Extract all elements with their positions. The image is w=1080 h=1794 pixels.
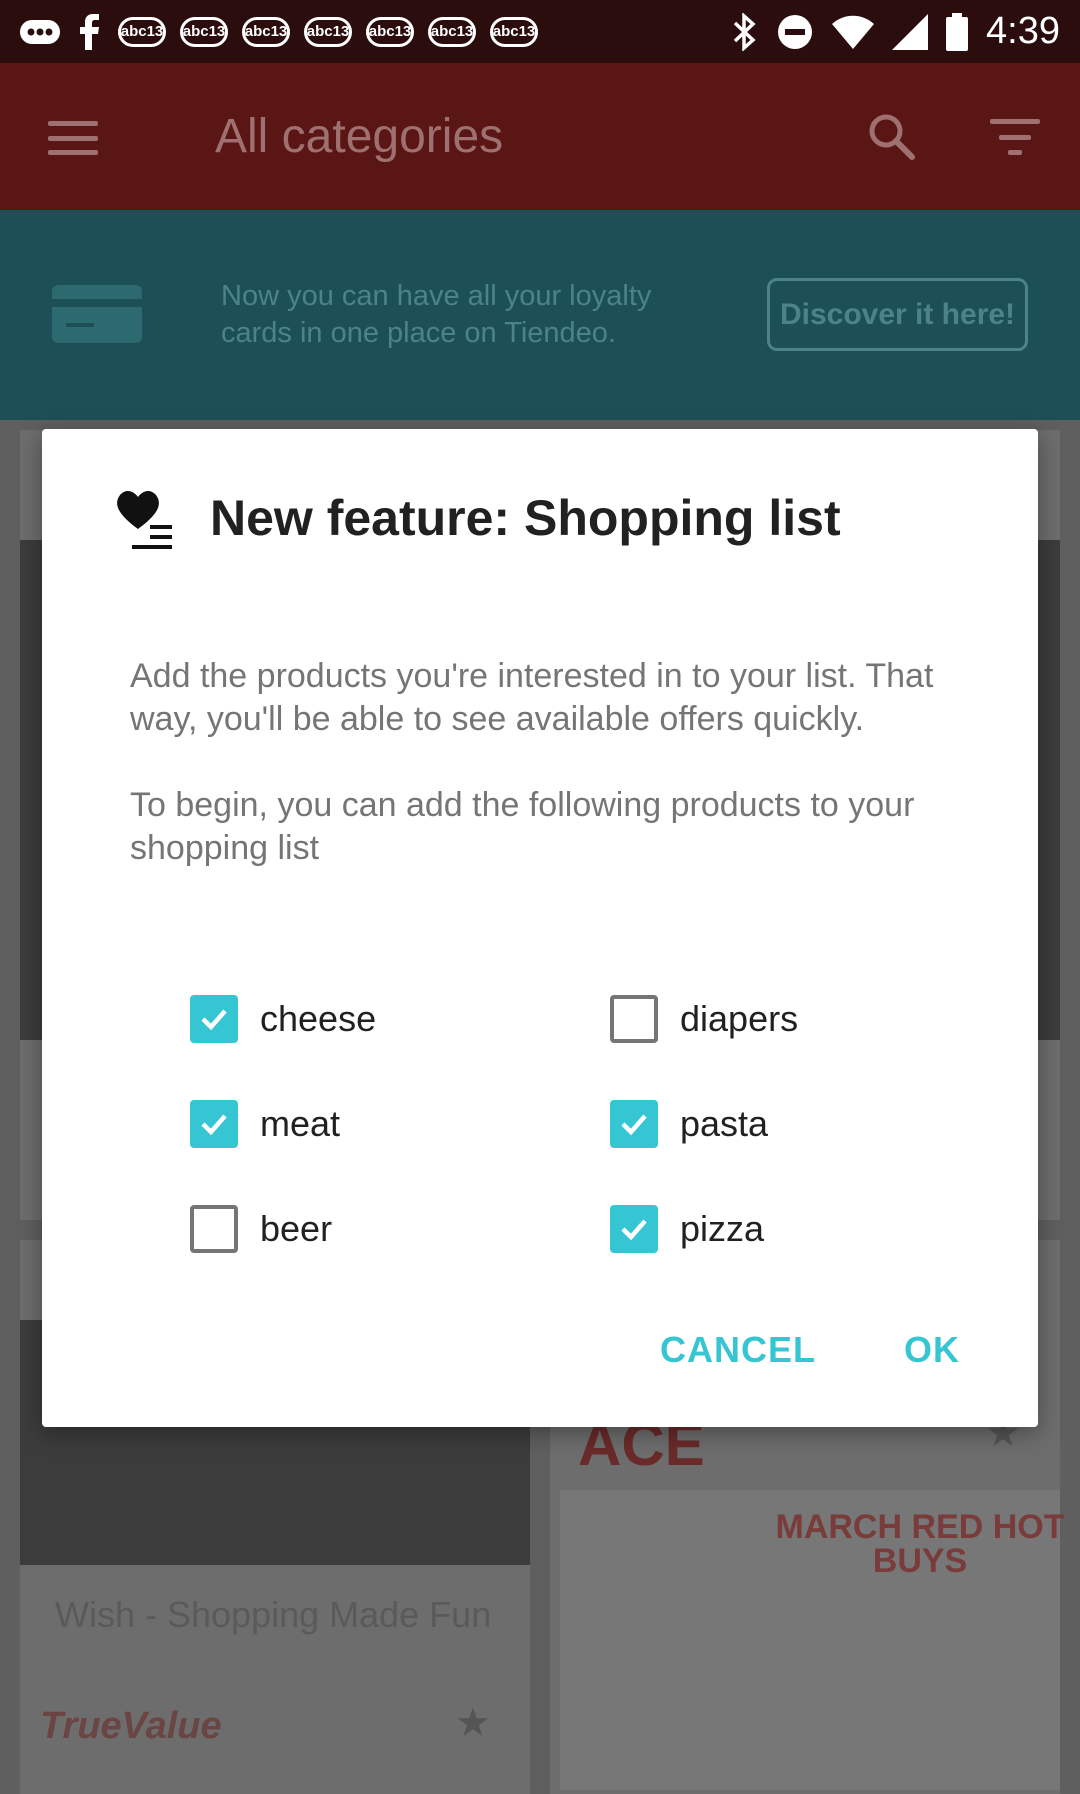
discover-button[interactable]: Discover it here! (767, 278, 1028, 351)
option-beer[interactable]: beer (190, 1199, 332, 1259)
abc13-icon: abc13 (428, 16, 476, 47)
checkbox-checked-icon[interactable] (610, 1100, 658, 1148)
checkbox-checked-icon[interactable] (190, 995, 238, 1043)
status-bar: abc13 abc13 abc13 abc13 abc13 abc13 abc1… (0, 0, 1080, 63)
dialog-body-paragraph-2: To begin, you can add the following prod… (130, 786, 915, 867)
option-pizza[interactable]: pizza (610, 1199, 764, 1259)
banner-text: Now you can have all your loyalty cards … (221, 280, 652, 349)
option-label: diapers (680, 998, 799, 1039)
abc13-icon: abc13 (180, 16, 228, 47)
app-toolbar: All categories (0, 63, 1080, 210)
cancel-button[interactable]: CANCEL (660, 1329, 816, 1371)
checkbox-checked-icon[interactable] (190, 1100, 238, 1148)
shopping-list-dialog: New feature: Shopping list Add the produ… (42, 429, 1038, 1427)
filter-icon[interactable] (990, 119, 1040, 155)
hamburger-menu-icon[interactable] (48, 121, 98, 155)
abc13-icon: abc13 (490, 16, 538, 47)
do-not-disturb-icon (776, 13, 814, 51)
dialog-title: New feature: Shopping list (210, 490, 841, 546)
option-label: beer (260, 1208, 333, 1249)
bluetooth-icon (732, 12, 758, 51)
wifi-icon (832, 15, 875, 49)
ok-button[interactable]: OK (904, 1329, 960, 1371)
truevalue-logo: TrueValue (40, 1705, 222, 1747)
checkbox-unchecked-icon[interactable] (610, 995, 658, 1043)
heart-list-icon (114, 485, 184, 555)
abc13-icon: abc13 (118, 16, 166, 47)
checkbox-checked-icon[interactable] (610, 1205, 658, 1253)
dialog-actions: CANCEL OK (660, 1329, 960, 1371)
dialog-body: Add the products you're interested in to… (130, 655, 970, 870)
page-title: All categories (215, 110, 504, 163)
facebook-icon (74, 13, 104, 50)
battery-icon (946, 12, 969, 51)
option-label: cheese (260, 998, 377, 1039)
loyalty-banner: Now you can have all your loyalty cards … (0, 210, 1080, 420)
store-title: Wish - Shopping Made Fun (55, 1594, 492, 1635)
loyalty-card-icon (52, 285, 142, 343)
more-dots-icon (20, 17, 60, 47)
abc13-icon: abc13 (242, 16, 290, 47)
option-label: pasta (680, 1103, 769, 1144)
option-cheese[interactable]: cheese (190, 989, 376, 1049)
option-label: meat (260, 1103, 341, 1144)
checkbox-unchecked-icon[interactable] (190, 1205, 238, 1253)
favorite-star-icon[interactable]: ★ (455, 1700, 491, 1746)
abc13-icon: abc13 (366, 16, 414, 47)
option-diapers[interactable]: diapers (610, 989, 798, 1049)
option-pasta[interactable]: pasta (610, 1094, 768, 1154)
dialog-body-paragraph-1: Add the products you're interested in to… (130, 657, 934, 738)
option-label: pizza (680, 1208, 765, 1249)
clock: 4:39 (986, 10, 1060, 52)
search-icon[interactable] (866, 111, 916, 161)
option-meat[interactable]: meat (190, 1094, 340, 1154)
signal-icon (892, 13, 929, 50)
abc13-icon: abc13 (304, 16, 352, 47)
flyer-headline: MARCH RED HOT BUYS (775, 1508, 1065, 1580)
